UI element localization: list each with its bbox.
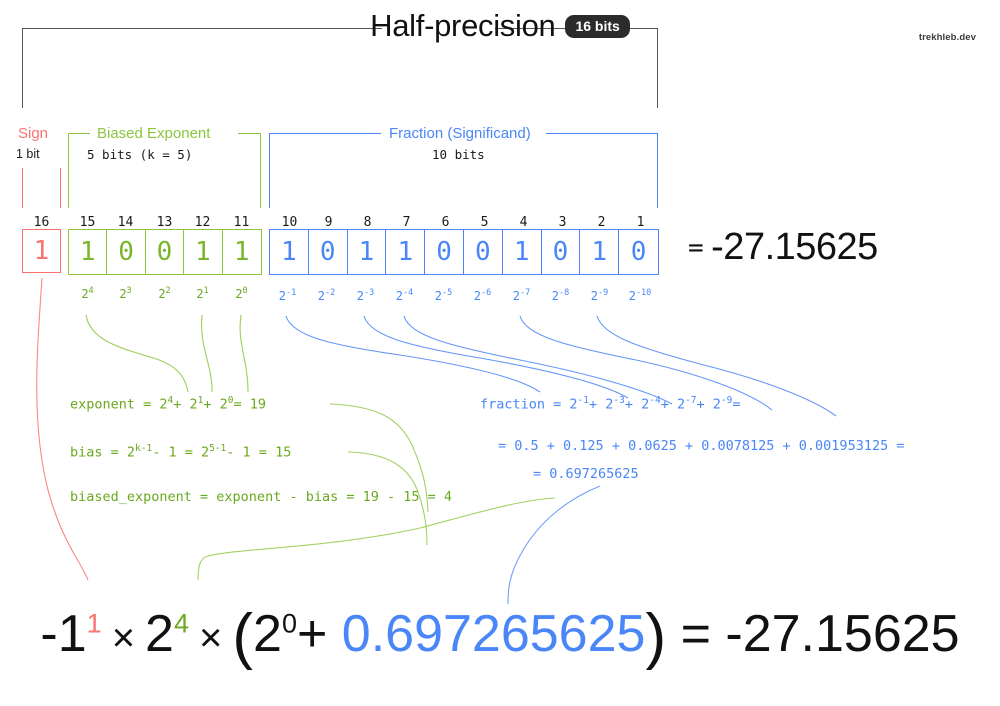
bit-index-9: 9 — [324, 215, 333, 230]
fraction-math-line-2: = 0.5 + 0.125 + 0.0625 + 0.0078125 + 0.0… — [498, 438, 905, 454]
formula-equals: = — [680, 605, 711, 663]
bit-index-3: 3 — [558, 215, 567, 230]
bit-index-2: 2 — [597, 215, 606, 230]
group-label-fraction: Fraction (Significand) — [389, 125, 531, 142]
page-title: Half-precision 16 bits — [0, 8, 1000, 44]
bit-cell-3[interactable]: 0 — [541, 230, 581, 274]
result-equals-sign: = — [688, 233, 704, 263]
fraction-bracket-left — [269, 133, 270, 208]
bit-index-5: 5 — [480, 215, 489, 230]
formula-inner-exponent: 0 — [281, 608, 297, 639]
final-formula: -11 × 24 × (20+ 0.697265625) = -27.15625 — [0, 601, 1000, 672]
power-label-f4: 2-4 — [395, 288, 414, 303]
sign-bit-group: 1 — [22, 229, 61, 273]
exponent-math-line-2: bias = 2k-1- 1 = 25-1- 1 = 15 — [70, 443, 292, 461]
power-label-f2: 2-2 — [317, 288, 336, 303]
exponent-bracket-top-right — [238, 133, 260, 134]
bit-cell-13[interactable]: 0 — [145, 230, 185, 274]
bit-index-15: 15 — [79, 215, 96, 230]
formula-inner-two: 2 — [253, 605, 282, 663]
result-value: -27.15625 — [711, 226, 878, 268]
exponent-bracket-right — [260, 133, 261, 208]
formula-sign-exponent: 1 — [86, 608, 102, 639]
group-label-exponent: Biased Exponent — [97, 125, 211, 142]
bit-cell-6[interactable]: 0 — [425, 230, 464, 274]
power-label-f6: 2-6 — [473, 288, 492, 303]
exponent-math-line-1: exponent = 24+ 21+ 20= 19 — [70, 395, 267, 413]
bit-index-7: 7 — [402, 215, 411, 230]
power-label-e4: 24 — [81, 286, 94, 301]
exponent-bracket-top-left — [68, 133, 90, 134]
bit-index-13: 13 — [156, 215, 173, 230]
bit-cell-9[interactable]: 0 — [308, 230, 348, 274]
bit-cell-16[interactable]: 1 — [22, 229, 61, 273]
fraction-math-line-3: = 0.697265625 — [533, 466, 639, 482]
formula-close-paren: ) — [645, 602, 667, 671]
bit-index-10: 10 — [281, 215, 298, 230]
bit-cell-14[interactable]: 0 — [107, 230, 146, 274]
power-label-f10: 2-10 — [628, 288, 652, 303]
bit-index-16: 16 — [33, 215, 50, 230]
formula-open-paren: ( — [232, 602, 254, 671]
bit-cell-15[interactable]: 1 — [69, 230, 108, 274]
power-label-f7: 2-7 — [512, 288, 531, 303]
page-title-text: Half-precision — [370, 8, 556, 43]
bit-cell-1[interactable]: 0 — [619, 230, 658, 274]
fraction-math-line-1: fraction = 2-1+ 2-3+ 2-4+ 2-7+ 2-9= — [480, 395, 741, 413]
formula-result: -27.15625 — [725, 605, 960, 663]
bit-cell-7[interactable]: 1 — [386, 230, 426, 274]
power-label-f5: 2-5 — [434, 288, 453, 303]
group-label-sign: Sign — [18, 125, 49, 142]
decoded-value: = -27.15625 — [688, 226, 878, 269]
group-sublabel-fraction: 10 bits — [432, 147, 485, 162]
bit-cell-12[interactable]: 1 — [184, 230, 223, 274]
power-label-f1: 2-1 — [278, 288, 297, 303]
bit-width-badge: 16 bits — [565, 14, 630, 38]
fraction-bracket-right — [657, 133, 658, 208]
bit-index-8: 8 — [363, 215, 372, 230]
power-label-f9: 2-9 — [590, 288, 609, 303]
group-sublabel-sign: 1 bit — [16, 147, 40, 161]
bit-index-12: 12 — [194, 215, 211, 230]
bit-index-1: 1 — [636, 215, 645, 230]
group-sublabel-exponent: 5 bits (k = 5) — [87, 147, 193, 162]
formula-plus: + — [296, 605, 328, 663]
exponent-bracket-left — [68, 133, 69, 208]
power-label-e0: 20 — [235, 286, 248, 301]
bit-index-11: 11 — [233, 215, 250, 230]
formula-exponent: 4 — [173, 608, 189, 639]
bit-cell-8[interactable]: 1 — [347, 230, 387, 274]
bit-index-4: 4 — [519, 215, 528, 230]
bit-cell-4[interactable]: 1 — [502, 230, 542, 274]
bit-cell-5[interactable]: 0 — [463, 230, 503, 274]
bit-cell-2[interactable]: 1 — [580, 230, 620, 274]
fraction-bracket-top-right — [546, 133, 657, 134]
bit-cell-11[interactable]: 1 — [222, 230, 261, 274]
watermark: trekhleb.dev — [918, 32, 976, 43]
bit-index-6: 6 — [441, 215, 450, 230]
sign-bracket-left — [22, 168, 23, 208]
power-label-e1: 21 — [196, 286, 209, 301]
bit-cell-10[interactable]: 1 — [270, 230, 309, 274]
power-label-e2: 22 — [158, 286, 171, 301]
power-label-f8: 2-8 — [551, 288, 570, 303]
formula-fraction-value: 0.697265625 — [341, 605, 646, 663]
power-label-f3: 2-3 — [356, 288, 375, 303]
sign-bracket-right — [60, 168, 61, 208]
formula-times-2: × — [199, 616, 223, 660]
exponent-bit-group: 1 0 0 1 1 — [68, 229, 262, 275]
power-label-e3: 23 — [119, 286, 132, 301]
fraction-bracket-top-left — [269, 133, 381, 134]
fraction-bit-group: 1 0 1 1 0 0 1 0 1 0 — [269, 229, 659, 275]
formula-two: 2 — [145, 605, 174, 663]
bit-index-14: 14 — [117, 215, 134, 230]
exponent-math-line-3: biased_exponent = exponent - bias = 19 -… — [70, 489, 453, 505]
formula-times-1: × — [111, 616, 136, 660]
formula-base: -1 — [40, 605, 87, 663]
